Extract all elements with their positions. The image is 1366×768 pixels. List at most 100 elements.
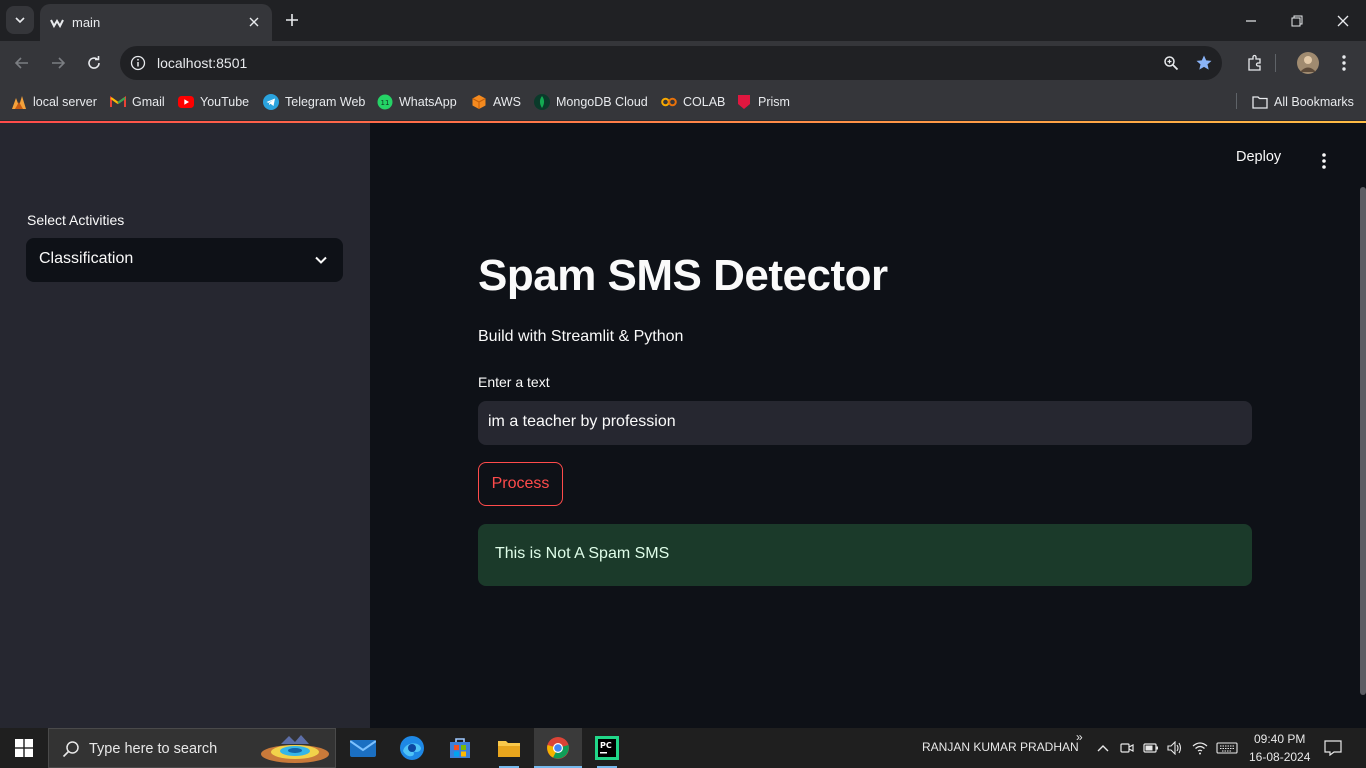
arrow-right-icon <box>52 57 66 69</box>
pycharm-icon: PC <box>595 736 619 760</box>
clock-date[interactable]: 16-08-2024 <box>1249 750 1310 764</box>
taskbar-user-name: RANJAN KUMAR PRADHAN <box>922 740 1079 754</box>
bookmarks-divider <box>1236 93 1237 109</box>
taskbar-file-explorer[interactable] <box>485 728 533 768</box>
svg-text:PC: PC <box>600 741 612 750</box>
bookmark-aws[interactable]: AWS <box>471 92 521 112</box>
windows-icon <box>15 739 33 757</box>
browser-tab-strip: main <box>0 0 1366 41</box>
meet-now-icon[interactable] <box>1117 738 1137 758</box>
sms-text-input[interactable]: im a teacher by profession <box>478 401 1252 445</box>
bookmark-label: COLAB <box>683 95 726 109</box>
all-bookmarks-button[interactable]: All Bookmarks <box>1252 92 1354 112</box>
deploy-button[interactable]: Deploy <box>1236 149 1281 165</box>
bookmark-youtube[interactable]: YouTube <box>178 92 249 112</box>
aws-icon <box>471 94 487 110</box>
bookmark-label: MongoDB Cloud <box>556 95 648 109</box>
sidebar: Select Activities Classification <box>0 123 370 728</box>
local-server-icon <box>11 94 27 110</box>
app-menu-icon[interactable] <box>1314 149 1334 173</box>
restore-icon <box>1291 15 1303 26</box>
show-hidden-icons[interactable] <box>1093 738 1113 758</box>
site-info-icon[interactable] <box>128 53 148 73</box>
bookmark-local-server[interactable]: local server <box>11 92 97 112</box>
bookmark-star-icon[interactable] <box>1194 53 1214 73</box>
new-tab-button[interactable] <box>280 8 304 32</box>
clock-time[interactable]: 09:40 PM <box>1254 732 1305 746</box>
mongodb-icon <box>534 94 550 110</box>
profile-avatar[interactable] <box>1297 52 1319 74</box>
taskbar: Type here to search PC RANJAN KUMAR PRAD… <box>0 728 1366 768</box>
activities-select[interactable]: Classification <box>26 238 343 282</box>
close-tab-icon[interactable] <box>244 12 264 32</box>
edge-icon <box>400 736 424 760</box>
address-bar[interactable]: localhost:8501 <box>120 46 1222 80</box>
taskbar-pycharm[interactable]: PC <box>583 728 631 768</box>
process-button[interactable]: Process <box>478 462 563 506</box>
reload-icon <box>88 56 100 69</box>
bookmark-mongodb[interactable]: MongoDB Cloud <box>534 92 648 112</box>
bookmarks-bar: local server Gmail YouTube Telegram Web … <box>0 85 1366 121</box>
scrollbar[interactable] <box>1360 187 1366 695</box>
telegram-icon <box>263 94 279 110</box>
bookmark-whatsapp[interactable]: 11 WhatsApp <box>377 92 457 112</box>
plus-icon <box>286 14 298 26</box>
taskbar-mail[interactable] <box>339 728 387 768</box>
prism-icon <box>736 94 752 110</box>
browser-menu-icon[interactable] <box>1333 52 1355 74</box>
battery-icon[interactable] <box>1141 738 1161 758</box>
result-alert: This is Not A Spam SMS <box>478 524 1252 586</box>
search-icon <box>61 739 81 759</box>
extensions-icon[interactable] <box>1244 52 1266 74</box>
wifi-icon[interactable] <box>1190 738 1210 758</box>
browser-tab[interactable]: main <box>40 4 272 41</box>
bookmark-label: YouTube <box>200 95 250 109</box>
notifications-icon[interactable] <box>1323 738 1343 758</box>
chevron-down-icon <box>311 250 331 270</box>
bookmark-gmail[interactable]: Gmail <box>110 92 165 112</box>
chrome-icon <box>547 737 569 759</box>
streamlit-favicon-icon <box>50 19 64 29</box>
taskbar-edge[interactable] <box>388 728 436 768</box>
keyboard-icon[interactable] <box>1215 738 1239 758</box>
folder-icon <box>498 741 520 757</box>
taskbar-store[interactable] <box>436 728 484 768</box>
url-text: localhost:8501 <box>157 55 248 71</box>
bookmark-label: AWS <box>493 95 522 109</box>
bookmark-telegram[interactable]: Telegram Web <box>263 92 365 112</box>
all-bookmarks-label: All Bookmarks <box>1274 95 1354 109</box>
tab-title: main <box>72 15 101 30</box>
volume-icon[interactable] <box>1165 738 1185 758</box>
folder-icon <box>1252 94 1268 110</box>
bookmark-prism[interactable]: Prism <box>736 92 790 112</box>
taskbar-search[interactable]: Type here to search <box>48 728 336 768</box>
back-button[interactable] <box>8 49 36 77</box>
start-button[interactable] <box>0 728 48 768</box>
chevron-down-icon <box>15 17 25 24</box>
bookmark-label: local server <box>33 95 97 109</box>
select-activities-label: Select Activities <box>27 212 125 228</box>
close-window-button[interactable] <box>1320 0 1366 41</box>
bookmark-colab[interactable]: COLAB <box>661 92 725 112</box>
toolbar-expand-icon[interactable]: » <box>1076 730 1083 744</box>
text-input-value: im a teacher by profession <box>488 413 676 430</box>
bookmark-label: Gmail <box>132 95 165 109</box>
minimize-button[interactable] <box>1228 0 1274 41</box>
forward-button[interactable] <box>44 49 72 77</box>
reload-button[interactable] <box>80 49 108 77</box>
mail-icon <box>350 740 376 757</box>
bookmark-label: Telegram Web <box>285 95 366 109</box>
page-title: Spam SMS Detector <box>478 251 888 300</box>
browser-toolbar: localhost:8501 <box>0 41 1366 85</box>
minimize-icon <box>1246 19 1256 22</box>
select-value: Classification <box>39 250 134 267</box>
taskbar-chrome[interactable] <box>534 728 582 768</box>
zoom-icon[interactable] <box>1161 53 1181 73</box>
close-icon <box>1337 15 1349 26</box>
youtube-icon <box>178 94 194 110</box>
tab-search-button[interactable] <box>6 6 34 34</box>
restore-button[interactable] <box>1274 0 1320 41</box>
result-text: This is Not A Spam SMS <box>495 545 670 562</box>
bookmark-label: Prism <box>758 95 790 109</box>
whatsapp-icon: 11 <box>377 94 393 110</box>
